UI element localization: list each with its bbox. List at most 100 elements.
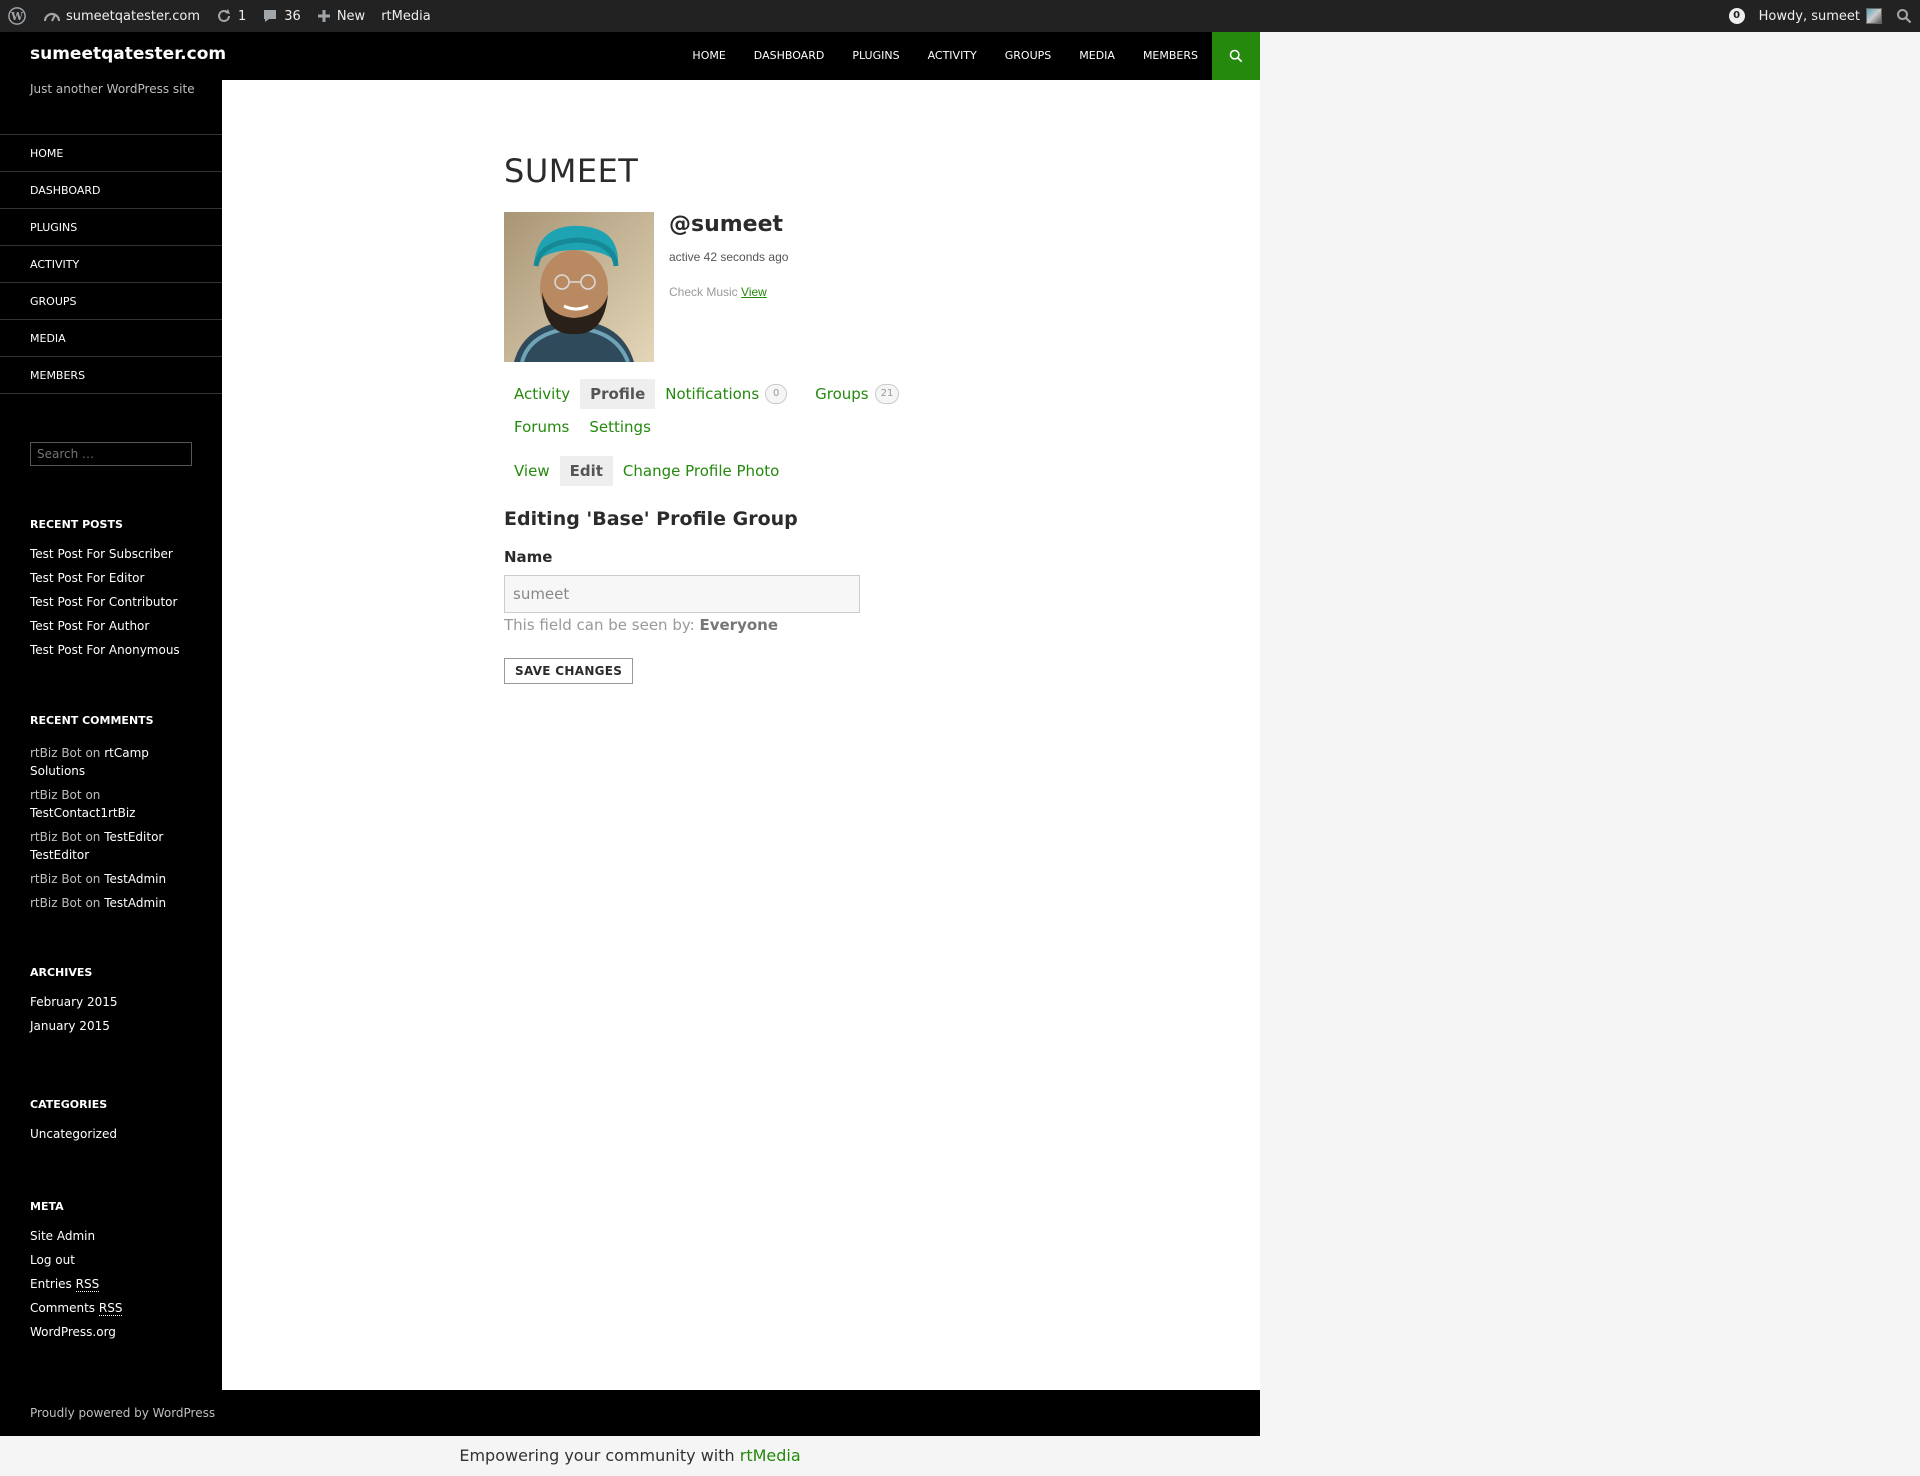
tab-activity[interactable]: Activity [504,379,580,409]
recent-post-link[interactable]: Test Post For Editor [30,566,200,590]
dashboard-icon [44,9,60,23]
check-music-label: Check Music [669,285,738,299]
comment-author: rtBiz Bot [30,746,82,760]
admin-bar-right: 0 Howdy, sumeet [1721,0,1920,32]
tab-notifications[interactable]: Notifications 0 [655,378,797,410]
rtmedia-footer-link[interactable]: rtMedia [740,1446,801,1465]
name-field[interactable] [504,575,860,613]
entries-label: Entries [30,1277,72,1291]
groups-count-badge: 21 [874,384,900,404]
recent-comment-item: rtBiz Bot on TestAdmin [30,870,200,888]
admin-bar-search[interactable] [1892,0,1920,32]
sidebar-item-media[interactable]: MEDIA [0,320,222,357]
check-music-row: Check Music View [669,285,767,299]
category-link[interactable]: Uncategorized [30,1122,200,1146]
site-footer: Proudly powered by WordPress [0,1390,1260,1436]
plus-icon [317,9,331,23]
comment-on: on [85,830,101,844]
admin-bar-left: W sumeetqatester.com 1 36 New rtMedia [0,0,439,32]
comment-post-link[interactable]: TestAdmin [104,896,166,910]
rss-abbr: RSS [98,1301,123,1316]
admin-bar-updates[interactable]: 1 [208,0,254,32]
admin-bar-my-account[interactable]: Howdy, sumeet [1759,0,1892,32]
rtmedia-footer: Empowering your community with rtMedia [0,1436,1260,1476]
tab-notifications-label: Notifications [665,385,760,403]
avatar-illustration [504,212,654,362]
site-admin-link[interactable]: Site Admin [30,1224,200,1248]
comment-author: rtBiz Bot [30,830,82,844]
recent-post-link[interactable]: Test Post For Anonymous [30,638,200,662]
tab-forums[interactable]: Forums [504,412,579,442]
log-out-link[interactable]: Log out [30,1248,200,1272]
tab-settings[interactable]: Settings [579,412,661,442]
meta-title: META [30,1200,64,1213]
save-changes-button[interactable]: SAVE CHANGES [504,658,634,684]
nav-item-media[interactable]: MEDIA [1065,32,1129,80]
subtab-edit[interactable]: Edit [559,456,613,486]
site-title-link[interactable]: sumeetqatester.com [30,44,226,64]
comment-post-link[interactable]: TestContact1rtBiz [30,806,135,820]
search-toggle-button[interactable] [1212,32,1260,80]
search-icon [1896,8,1912,24]
recent-posts-title: RECENT POSTS [30,518,123,531]
sidebar-search-input[interactable] [30,442,192,466]
recent-post-link[interactable]: Test Post For Contributor [30,590,200,614]
sidebar-item-groups[interactable]: GROUPS [0,283,222,320]
sidebar-item-home[interactable]: HOME [0,135,222,172]
check-music-view-link[interactable]: View [741,285,767,299]
visibility-level: Everyone [699,616,779,634]
wordpress-logo-button[interactable]: W [0,0,36,32]
nav-item-members[interactable]: MEMBERS [1129,32,1212,80]
search-icon [1229,49,1243,63]
nav-item-plugins[interactable]: PLUGINS [838,32,913,80]
comments-label: Comments [30,1301,96,1315]
recent-comment-item: rtBiz Bot on TestContact1rtBiz [30,786,200,822]
nav-item-groups[interactable]: GROUPS [991,32,1066,80]
sidebar-item-plugins[interactable]: PLUGINS [0,209,222,246]
howdy-label: Howdy, sumeet [1758,8,1860,24]
categories-list: Uncategorized [30,1122,200,1146]
admin-bar-site-label: sumeetqatester.com [66,8,200,24]
tab-groups[interactable]: Groups 21 [805,378,909,410]
admin-bar-rtmedia[interactable]: rtMedia [373,0,439,32]
site-description: Just another WordPress site [30,82,195,96]
site-header: sumeetqatester.com HOME DASHBOARD PLUGIN… [0,32,1260,80]
form-title: Editing 'Base' Profile Group [504,508,798,530]
wordpress-org-link[interactable]: WordPress.org [30,1320,200,1344]
rtmedia-footer-text: Empowering your community with [459,1446,735,1465]
rss-abbr: RSS [75,1277,100,1292]
archive-link[interactable]: February 2015 [30,990,200,1014]
primary-navigation: HOME DASHBOARD PLUGINS ACTIVITY GROUPS M… [678,32,1212,80]
admin-bar-avatar [1866,8,1882,24]
archive-link[interactable]: January 2015 [30,1014,200,1038]
admin-bar-notifications[interactable]: 0 [1721,0,1759,32]
recent-comments-title: RECENT COMMENTS [30,714,154,727]
recent-post-link[interactable]: Test Post For Subscriber [30,542,200,566]
admin-bar-comments[interactable]: 36 [254,0,309,32]
user-handle: @sumeet [669,212,784,237]
tab-profile[interactable]: Profile [580,379,656,409]
page-title: SUMEET [504,152,639,190]
subtab-view[interactable]: View [504,456,560,486]
profile-tabs: Activity Profile Notifications 0 Groups … [504,378,909,410]
comment-post-link[interactable]: TestAdmin [104,872,166,886]
comment-author: rtBiz Bot [30,896,82,910]
nav-item-home[interactable]: HOME [678,32,739,80]
footer-credit-link[interactable]: Proudly powered by WordPress [30,1406,215,1420]
recent-post-link[interactable]: Test Post For Author [30,614,200,638]
profile-avatar[interactable] [504,212,654,362]
comment-author: rtBiz Bot [30,788,82,802]
admin-bar-site-name[interactable]: sumeetqatester.com [36,0,208,32]
comments-rss-link[interactable]: Comments RSS [30,1296,200,1320]
comment-bubble-icon [262,8,278,24]
admin-bar-new[interactable]: New [309,0,373,32]
sidebar-item-activity[interactable]: ACTIVITY [0,246,222,283]
sidebar-item-members[interactable]: MEMBERS [0,357,222,394]
nav-item-dashboard[interactable]: DASHBOARD [740,32,839,80]
subtab-change-profile-photo[interactable]: Change Profile Photo [613,456,789,486]
recent-comment-item: rtBiz Bot on TestAdmin [30,894,200,912]
sidebar-menu: HOME DASHBOARD PLUGINS ACTIVITY GROUPS M… [0,134,222,394]
entries-rss-link[interactable]: Entries RSS [30,1272,200,1296]
sidebar-item-dashboard[interactable]: DASHBOARD [0,172,222,209]
nav-item-activity[interactable]: ACTIVITY [914,32,991,80]
